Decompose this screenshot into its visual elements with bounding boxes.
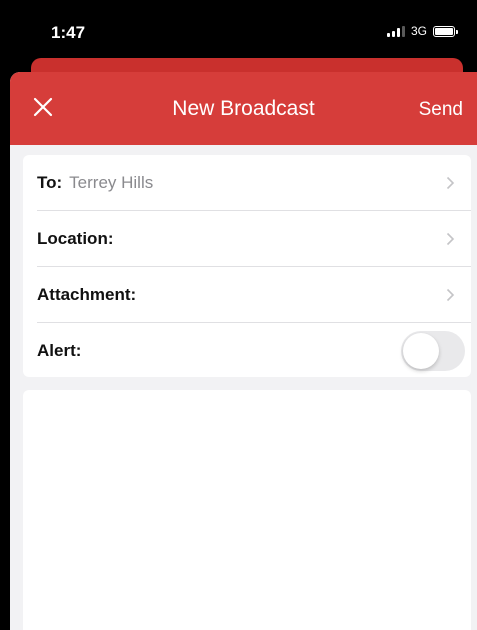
broadcast-form: To: Terrey Hills Location: Attachment: A…: [23, 155, 471, 377]
attachment-label: Attachment:: [37, 285, 137, 304]
location-row[interactable]: Location:: [23, 211, 471, 267]
to-row[interactable]: To: Terrey Hills: [23, 155, 471, 211]
alert-toggle[interactable]: [401, 331, 465, 371]
navigation-bar: New Broadcast Send: [10, 72, 477, 145]
status-time: 1:47: [51, 23, 86, 42]
status-indicators: 3G: [386, 24, 458, 38]
to-value: Terrey Hills: [69, 173, 154, 192]
alert-row: Alert:: [23, 323, 471, 379]
send-button[interactable]: Send: [419, 99, 463, 121]
to-label: To:: [37, 173, 63, 192]
battery-icon: [433, 25, 458, 37]
alert-label: Alert:: [37, 341, 82, 360]
message-body-field[interactable]: [23, 390, 471, 630]
chevron-right-icon: [446, 288, 455, 302]
network-type: 3G: [410, 24, 427, 38]
new-broadcast-sheet: New Broadcast Send To: Terrey Hills Loca…: [10, 72, 477, 630]
page-title: New Broadcast: [172, 97, 315, 120]
signal-icon: [386, 25, 405, 37]
status-bar: 1:47 3G: [0, 0, 477, 64]
location-label: Location:: [37, 229, 114, 248]
attachment-row[interactable]: Attachment:: [23, 267, 471, 323]
chevron-right-icon: [446, 176, 455, 190]
toggle-knob: [403, 333, 439, 369]
chevron-right-icon: [446, 232, 455, 246]
